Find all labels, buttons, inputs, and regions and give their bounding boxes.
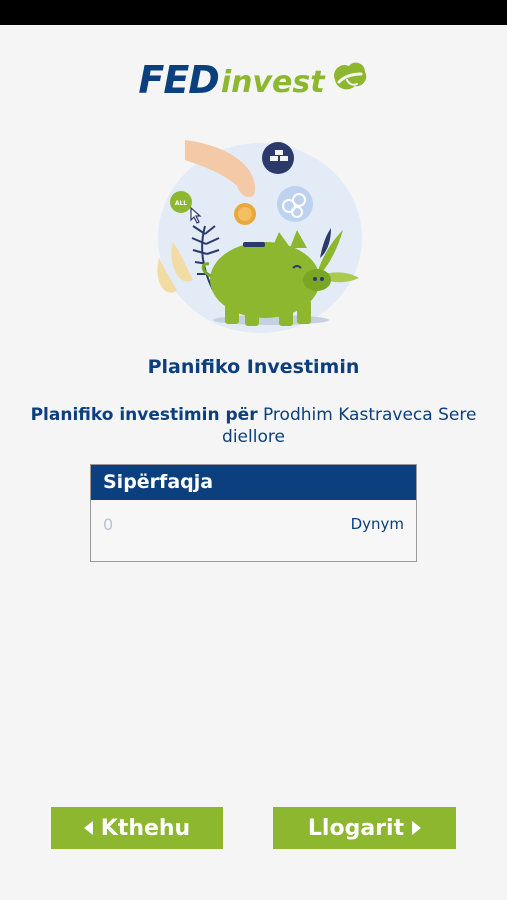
page-title: Planifiko Investimin <box>147 356 360 378</box>
back-button[interactable]: Kthehu <box>51 807 223 849</box>
area-input[interactable] <box>103 512 323 536</box>
calculate-button-label: Llogarit <box>307 815 405 841</box>
subtitle-subject: Prodhim Kastraveca Sere diellore <box>222 405 477 447</box>
fedinvest-logo: FED invest <box>0 58 507 104</box>
area-input-card: Sipërfaqja Dynym <box>90 464 417 562</box>
logo-secondary-text: invest <box>220 65 325 100</box>
back-button-label: Kthehu <box>100 815 191 841</box>
subtitle-prefix: Planifiko investimin për <box>30 405 258 425</box>
logo-primary-text: FED <box>138 58 219 102</box>
arrow-left-icon <box>83 821 93 835</box>
calculate-button[interactable]: Llogarit <box>273 807 456 849</box>
leaf-icon <box>333 62 366 90</box>
status-bar <box>0 0 507 25</box>
coins-badge <box>277 186 313 222</box>
area-unit: Dynym <box>350 515 404 533</box>
page-subtitle: Planifiko investimin për Prodhim Kastrav… <box>30 404 477 448</box>
area-field-label: Sipërfaqja <box>91 465 416 500</box>
area-input-row: Dynym <box>91 500 416 561</box>
piggy-bank-illustration: ALL <box>157 140 362 333</box>
gold-bars-badge <box>262 142 294 174</box>
currency-badge-text: ALL <box>175 200 187 207</box>
arrow-right-icon <box>412 821 422 835</box>
